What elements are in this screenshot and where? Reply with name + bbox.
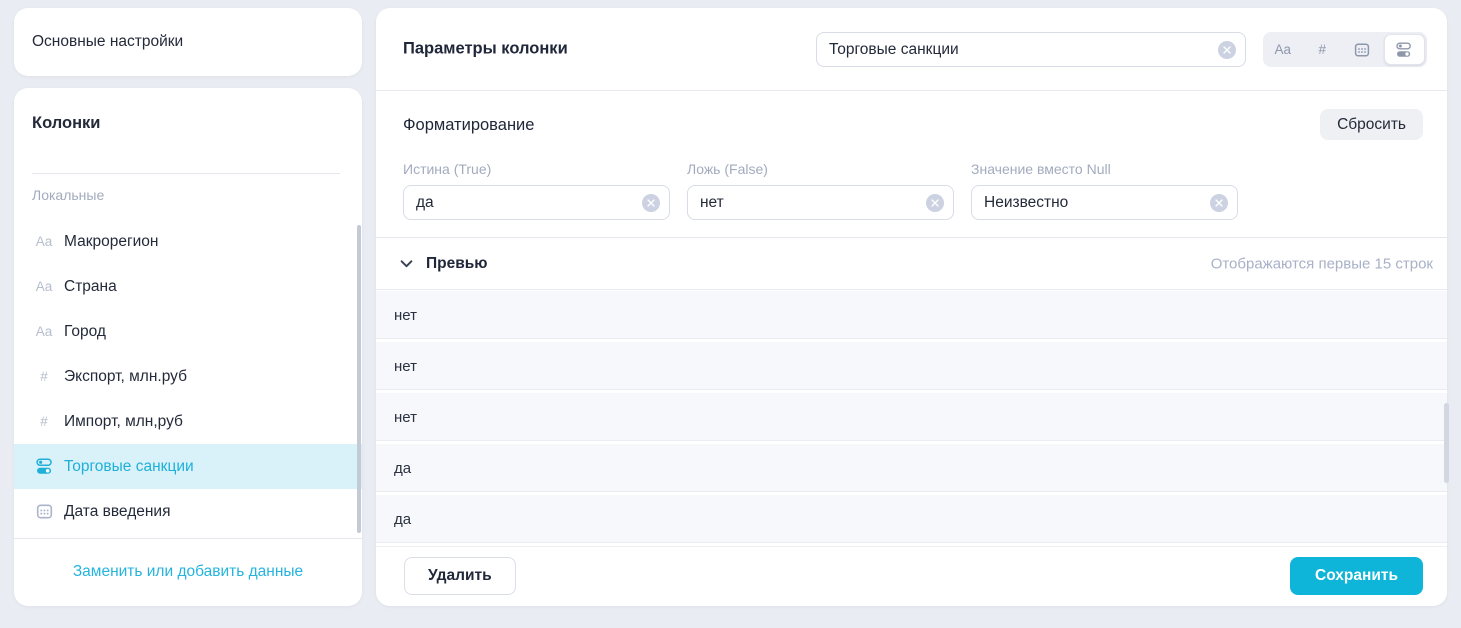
column-label: Экспорт, млн.руб <box>64 368 187 386</box>
sidebar-item-macroregion[interactable]: Aa Макрорегион <box>14 219 362 264</box>
preview-row: нет <box>376 393 1447 444</box>
columns-title: Колонки <box>32 114 100 133</box>
preview-rows: нет нет нет да да <box>376 291 1447 547</box>
column-label: Торговые санкции <box>64 458 194 476</box>
preview-row: да <box>376 495 1447 546</box>
sidebar-item-date-introduced[interactable]: Дата введения <box>14 489 362 534</box>
preview-cell: да <box>394 460 411 477</box>
null-value-input[interactable] <box>972 186 1210 219</box>
preview-row: да <box>376 444 1447 495</box>
sidebar-item-export[interactable]: # Экспорт, млн.руб <box>14 354 362 399</box>
column-label: Дата введения <box>64 503 170 521</box>
number-type-icon: # <box>1318 42 1326 57</box>
divider <box>32 173 340 174</box>
column-label: Город <box>64 323 106 341</box>
columns-list: Aa Макрорегион Aa Страна Aa Город # Эксп… <box>14 219 362 534</box>
sidebar-scrollbar[interactable] <box>357 225 361 533</box>
column-label: Страна <box>64 278 117 296</box>
formatting-title: Форматирование <box>403 116 534 135</box>
sidebar-item-country[interactable]: Aa Страна <box>14 264 362 309</box>
type-date-button[interactable] <box>1342 32 1382 67</box>
text-type-icon: Aa <box>1274 42 1291 57</box>
field-label: Значение вместо Null <box>971 161 1238 177</box>
column-parameters-panel: Параметры колонки Aa # <box>376 8 1447 606</box>
preview-cell: да <box>394 511 411 528</box>
number-type-icon: # <box>32 369 56 384</box>
field-label: Истина (True) <box>403 161 670 177</box>
true-value-input[interactable] <box>404 186 642 219</box>
column-label: Макрорегион <box>64 233 158 251</box>
text-type-icon: Aa <box>32 279 56 294</box>
number-type-icon: # <box>32 414 56 429</box>
clear-icon[interactable] <box>1210 194 1228 212</box>
sidebar-item-import[interactable]: # Импорт, млн,руб <box>14 399 362 444</box>
preview-cell: нет <box>394 409 417 426</box>
calendar-icon <box>1354 42 1370 58</box>
field-label: Ложь (False) <box>687 161 954 177</box>
preview-title: Превью <box>426 255 488 273</box>
panel-title: Параметры колонки <box>403 40 568 59</box>
sidebar-item-city[interactable]: Aa Город <box>14 309 362 354</box>
preview-header: Превью Отображаются первые 15 строк <box>376 238 1447 290</box>
local-columns-group-label: Локальные <box>32 187 104 203</box>
boolean-toggle-icon <box>1396 42 1412 58</box>
main-settings-label: Основные настройки <box>32 33 183 51</box>
type-boolean-button[interactable] <box>1384 34 1426 65</box>
preview-rows-info: Отображаются первые 15 строк <box>1211 255 1433 272</box>
text-type-icon: Aa <box>32 324 56 339</box>
calendar-icon <box>32 503 56 520</box>
chevron-down-icon[interactable] <box>400 259 413 268</box>
columns-panel: Колонки Локальные Aa Макрорегион Aa Стра… <box>14 88 362 606</box>
panel-header: Параметры колонки Aa # <box>376 8 1447 91</box>
clear-icon[interactable] <box>642 194 660 212</box>
clear-icon[interactable] <box>1218 41 1236 59</box>
clear-icon[interactable] <box>926 194 944 212</box>
save-button[interactable]: Сохранить <box>1290 557 1423 595</box>
replace-or-add-data-link[interactable]: Заменить или добавить данные <box>14 538 362 606</box>
sidebar-item-main-settings[interactable]: Основные настройки <box>14 8 362 76</box>
app-window: Основные настройки Колонки Локальные Aa … <box>0 0 1461 628</box>
false-value-field: Ложь (False) <box>687 161 954 220</box>
column-type-switcher: Aa # <box>1263 32 1427 67</box>
delete-button[interactable]: Удалить <box>404 557 516 595</box>
column-name-field <box>816 32 1246 67</box>
type-number-button[interactable]: # <box>1303 32 1343 67</box>
type-text-button[interactable]: Aa <box>1263 32 1303 67</box>
preview-row: нет <box>376 291 1447 342</box>
sidebar-item-trade-sanctions[interactable]: Торговые санкции <box>14 444 362 489</box>
null-value-field: Значение вместо Null <box>971 161 1238 220</box>
column-label: Импорт, млн,руб <box>64 413 183 431</box>
preview-cell: нет <box>394 307 417 324</box>
reset-button[interactable]: Сбросить <box>1320 109 1423 140</box>
preview-scrollbar[interactable] <box>1444 403 1449 483</box>
false-value-input[interactable] <box>688 186 926 219</box>
text-type-icon: Aa <box>32 234 56 249</box>
preview-cell: нет <box>394 358 417 375</box>
true-value-field: Истина (True) <box>403 161 670 220</box>
boolean-toggle-icon <box>32 458 56 475</box>
preview-row: нет <box>376 342 1447 393</box>
panel-footer: Удалить Сохранить <box>376 547 1447 606</box>
column-name-input[interactable] <box>817 33 1218 66</box>
